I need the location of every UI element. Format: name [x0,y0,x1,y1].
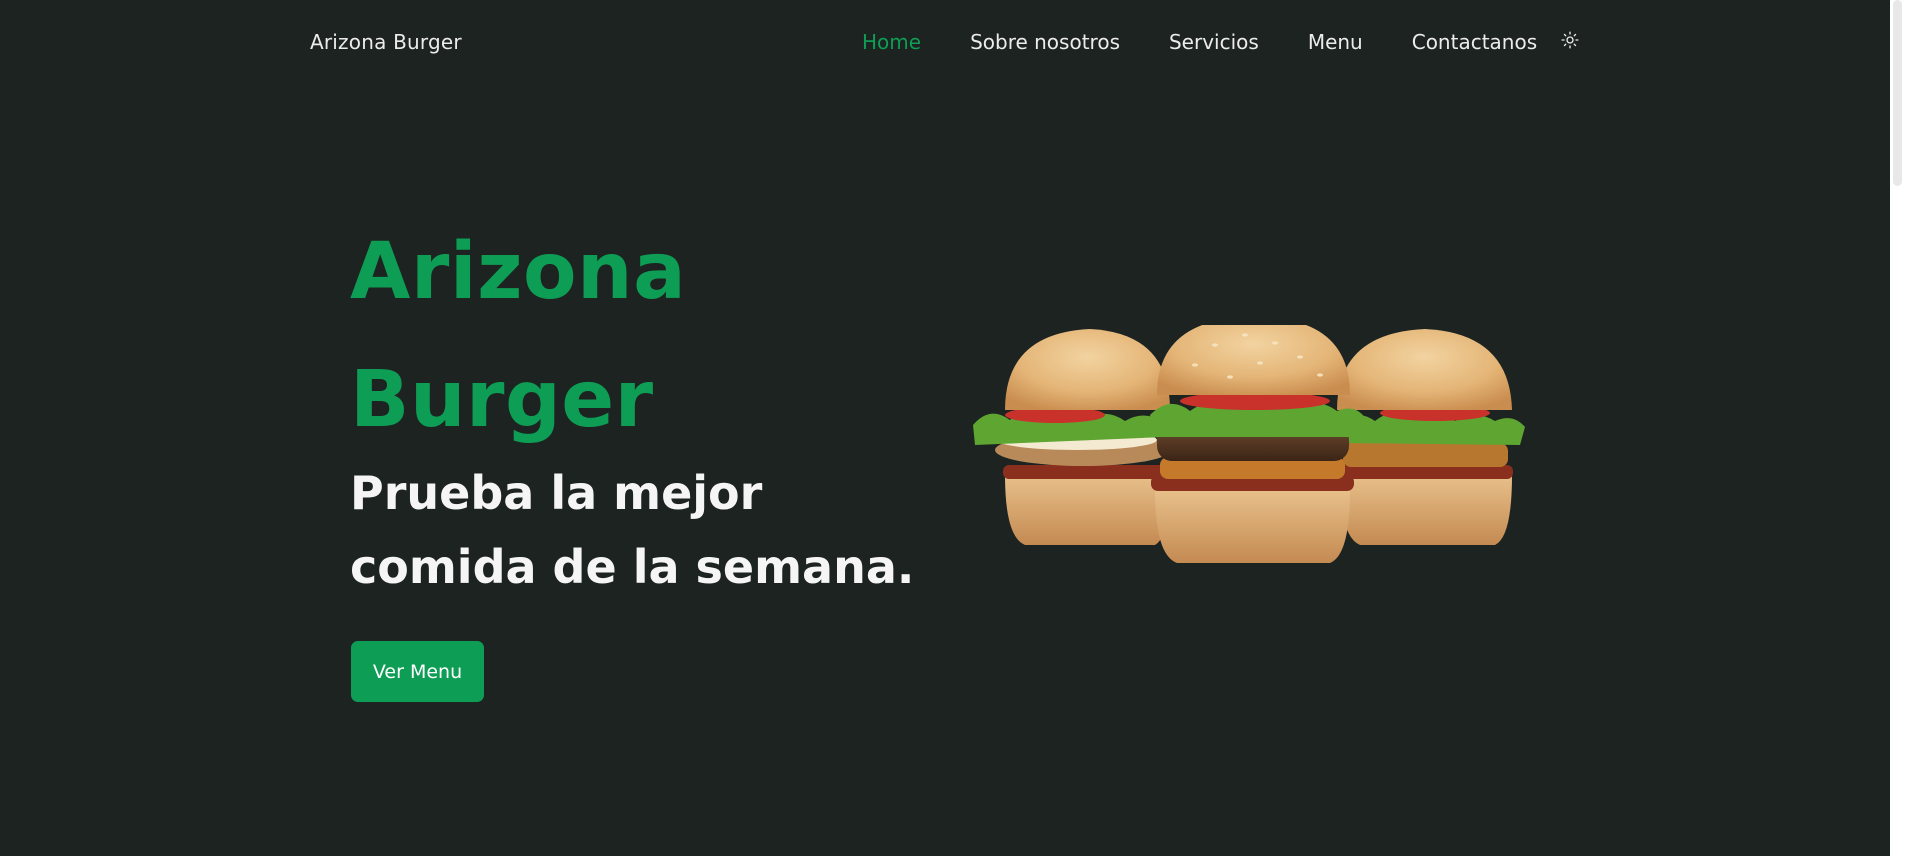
burger-left [973,329,1173,545]
burger-right [1335,329,1525,545]
main-nav: Home Sobre nosotros Servicios Menu Conta… [862,30,1581,54]
ver-menu-button[interactable]: Ver Menu [351,641,484,702]
page: Arizona Burger Home Sobre nosotros Servi… [0,0,1905,856]
nav-item-menu[interactable]: Menu [1308,30,1363,54]
nav-item-sobre-nosotros[interactable]: Sobre nosotros [970,30,1120,54]
brand-logo-text[interactable]: Arizona Burger [310,30,462,54]
sun-icon [1561,31,1579,49]
theme-toggle-button[interactable] [1559,29,1581,51]
hero-subtitle: Prueba la mejor comida de la semana. [350,466,915,594]
scrollbar[interactable] [1890,0,1905,856]
hero-title-line-2: Burger [350,355,654,445]
hero-title: Arizona Burger [350,208,686,464]
nav-item-contactanos[interactable]: Contactanos [1412,30,1537,54]
hero-title-line-1: Arizona [350,227,687,317]
site-header: Arizona Burger Home Sobre nosotros Servi… [0,0,1888,86]
scrollbar-thumb[interactable] [1893,0,1902,186]
nav-item-home[interactable]: Home [862,30,921,54]
burger-center [1150,325,1367,563]
nav-item-servicios[interactable]: Servicios [1169,30,1259,54]
burgers-image [973,325,1525,563]
